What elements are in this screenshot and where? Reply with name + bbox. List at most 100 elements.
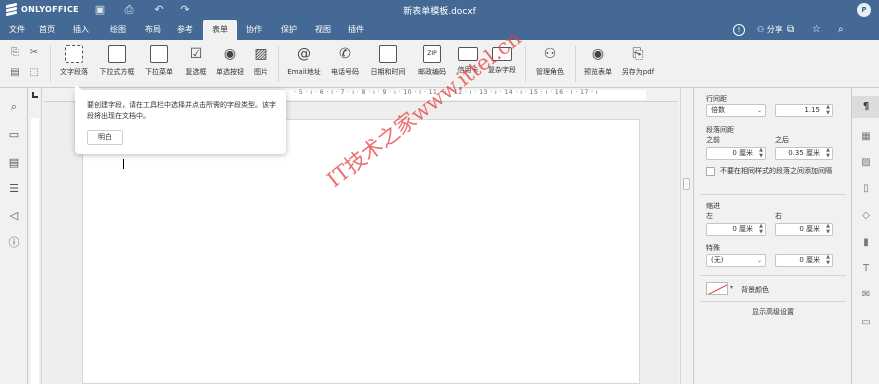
checkbox-button[interactable]: ☑ 复选框 [180, 45, 212, 81]
tab-view[interactable]: 视图 [310, 20, 336, 40]
form-settings-icon[interactable]: ▭ [859, 316, 873, 330]
got-it-button[interactable]: 明白 [87, 130, 123, 145]
tab-draw[interactable]: 绘图 [105, 20, 131, 40]
special-label: 特殊 [706, 244, 720, 252]
text-field-button[interactable]: 文字段落 [54, 45, 94, 81]
comments-icon[interactable]: ▭ [7, 128, 21, 142]
vertical-scrollbar[interactable] [680, 88, 692, 384]
phone-icon: ✆ [339, 46, 351, 62]
preview-form-button[interactable]: ◉ 预览表单 [579, 45, 617, 81]
text-art-icon[interactable]: T [859, 262, 873, 276]
eye-icon: ◉ [591, 46, 605, 62]
search-icon[interactable]: ⌕ [7, 100, 21, 114]
mail-merge-icon[interactable]: ✉ [859, 288, 873, 302]
phone-button[interactable]: ✆ 电话号码 [326, 45, 364, 81]
chevron-down-icon[interactable]: ▾ [730, 284, 733, 291]
show-advanced-settings-link[interactable]: 显示高级设置 [694, 307, 852, 317]
user-avatar[interactable]: P [857, 3, 871, 17]
radio-button-button[interactable]: ◉ 单选按钮 [212, 45, 248, 81]
datetime-button[interactable]: 日期和时间 [366, 45, 410, 81]
checkbox-label: 复选框 [185, 68, 207, 76]
background-color-swatch[interactable] [706, 282, 728, 295]
tab-forms[interactable]: 表单 [203, 20, 237, 40]
image-button[interactable]: ▨ 图片 [249, 45, 273, 81]
search-icon[interactable]: ⌕ [838, 23, 844, 37]
paragraph-settings-panel: 行间距 倍数 ⌄ 1.15 ▲ ▼ 段落间距 之前 之后 0 厘米 ▲ ▼ 0.35… [693, 88, 851, 384]
indent-left-input[interactable]: 0 厘米 ▲ ▼ [706, 223, 766, 236]
space-after-input[interactable]: 0.35 厘米 ▲ ▼ [775, 147, 833, 160]
no-space-checkbox[interactable] [706, 167, 715, 176]
feedback-icon[interactable]: ◁ [7, 209, 21, 223]
zip-icon: ZIP [423, 45, 441, 63]
forms-tip-popover: 要创建字段，请在工具栏中选择并点击所需的字段类型。该字段将出现在文档中。 明白 [75, 84, 286, 154]
paste-icon[interactable]: ▤ [8, 66, 22, 80]
text-field-label: 文字段落 [60, 68, 88, 76]
header-footer-icon[interactable]: ▯ [859, 182, 873, 196]
about-icon[interactable]: ⓘ [7, 236, 21, 250]
cut-icon[interactable]: ✂ [27, 46, 41, 60]
shape-settings-icon[interactable]: ◇ [859, 209, 873, 223]
copy-icon[interactable]: ⎘ [8, 46, 22, 60]
tab-insert[interactable]: 插入 [68, 20, 94, 40]
toolbar-divider [525, 46, 526, 82]
after-label: 之后 [775, 136, 789, 144]
open-location-icon[interactable]: ⧉ [787, 23, 794, 37]
tab-protection[interactable]: 保护 [276, 20, 302, 40]
select-all-icon[interactable]: ⬚ [27, 66, 41, 80]
panel-divider [700, 275, 846, 276]
scrollbar-thumb[interactable] [683, 178, 690, 190]
spinner-icon[interactable]: ▲ ▼ [826, 147, 830, 159]
background-color-label: 背景颜色 [741, 286, 769, 294]
tab-references[interactable]: 参考 [172, 20, 198, 40]
text-cursor [123, 159, 124, 169]
chat-icon[interactable]: ▤ [7, 156, 21, 170]
share-button[interactable]: ⚇ 分享 [757, 23, 783, 37]
line-spacing-input[interactable]: 1.15 ▲ ▼ [775, 104, 833, 117]
line-spacing-type-select[interactable]: 倍数 ⌄ [706, 104, 766, 117]
spinner-icon[interactable]: ▲ ▼ [759, 147, 763, 159]
chart-settings-icon[interactable]: ▮ [859, 236, 873, 250]
at-sign-icon: @ [297, 46, 311, 62]
paragraph-spacing-label: 段落间距 [706, 126, 734, 134]
indent-right-input[interactable]: 0 厘米 ▲ ▼ [775, 223, 833, 236]
before-label: 之前 [706, 136, 720, 144]
tab-plugins[interactable]: 插件 [343, 20, 369, 40]
special-indent-value: 0 厘米 [799, 256, 820, 264]
spinner-icon[interactable]: ▲ ▼ [759, 223, 763, 235]
toolbar-divider [278, 46, 279, 82]
roles-icon: ⚇ [543, 46, 557, 62]
paragraph-settings-icon[interactable]: ¶ [852, 96, 879, 118]
toolbar-divider [575, 46, 576, 82]
save-as-pdf-button[interactable]: ⎘ 另存为pdf [617, 45, 659, 81]
coedit-status-icon[interactable]: ! [733, 23, 745, 37]
title-bar: ONLYOFFICE ▣ ⎙ ↶ ↷ 新表单模板.docxf P [0, 0, 879, 20]
tab-stop-selector-icon[interactable] [32, 92, 38, 98]
special-indent-input[interactable]: 0 厘米 ▲ ▼ [775, 254, 833, 267]
email-label: Email地址 [287, 68, 321, 76]
indent-left-value: 0 厘米 [732, 225, 753, 233]
tab-file[interactable]: 文件 [4, 20, 30, 40]
combo-box-button[interactable]: 下拉式方框 [96, 45, 138, 81]
spinner-icon[interactable]: ▲ ▼ [826, 254, 830, 266]
radio-button-icon: ◉ [223, 46, 237, 62]
space-after-value: 0.35 厘米 [788, 149, 820, 157]
panel-divider [700, 301, 846, 302]
manage-roles-button[interactable]: ⚇ 管理角色 [530, 45, 570, 81]
tab-collaboration[interactable]: 协作 [241, 20, 267, 40]
dropdown-list-button[interactable]: 下拉菜单 [140, 45, 178, 81]
vertical-ruler-track [31, 118, 39, 384]
spinner-icon[interactable]: ▲ ▼ [826, 104, 830, 116]
share-user-icon: ⚇ [757, 25, 765, 34]
tab-layout[interactable]: 布局 [140, 20, 166, 40]
space-before-input[interactable]: 0 厘米 ▲ ▼ [706, 147, 766, 160]
spinner-icon[interactable]: ▲ ▼ [826, 223, 830, 235]
special-indent-select[interactable]: (无) ⌄ [706, 254, 766, 267]
navigation-icon[interactable]: ☰ [7, 182, 21, 196]
chevron-down-icon: ⌄ [756, 257, 762, 264]
favorite-star-icon[interactable]: ☆ [812, 23, 821, 37]
image-settings-icon[interactable]: ▨ [859, 156, 873, 170]
tab-home[interactable]: 首页 [34, 20, 60, 40]
email-button[interactable]: @ Email地址 [284, 45, 324, 81]
table-settings-icon[interactable]: ▦ [859, 130, 873, 144]
left-sidebar: ⌕ ▭ ▤ ☰ ◁ ⓘ [0, 88, 28, 384]
